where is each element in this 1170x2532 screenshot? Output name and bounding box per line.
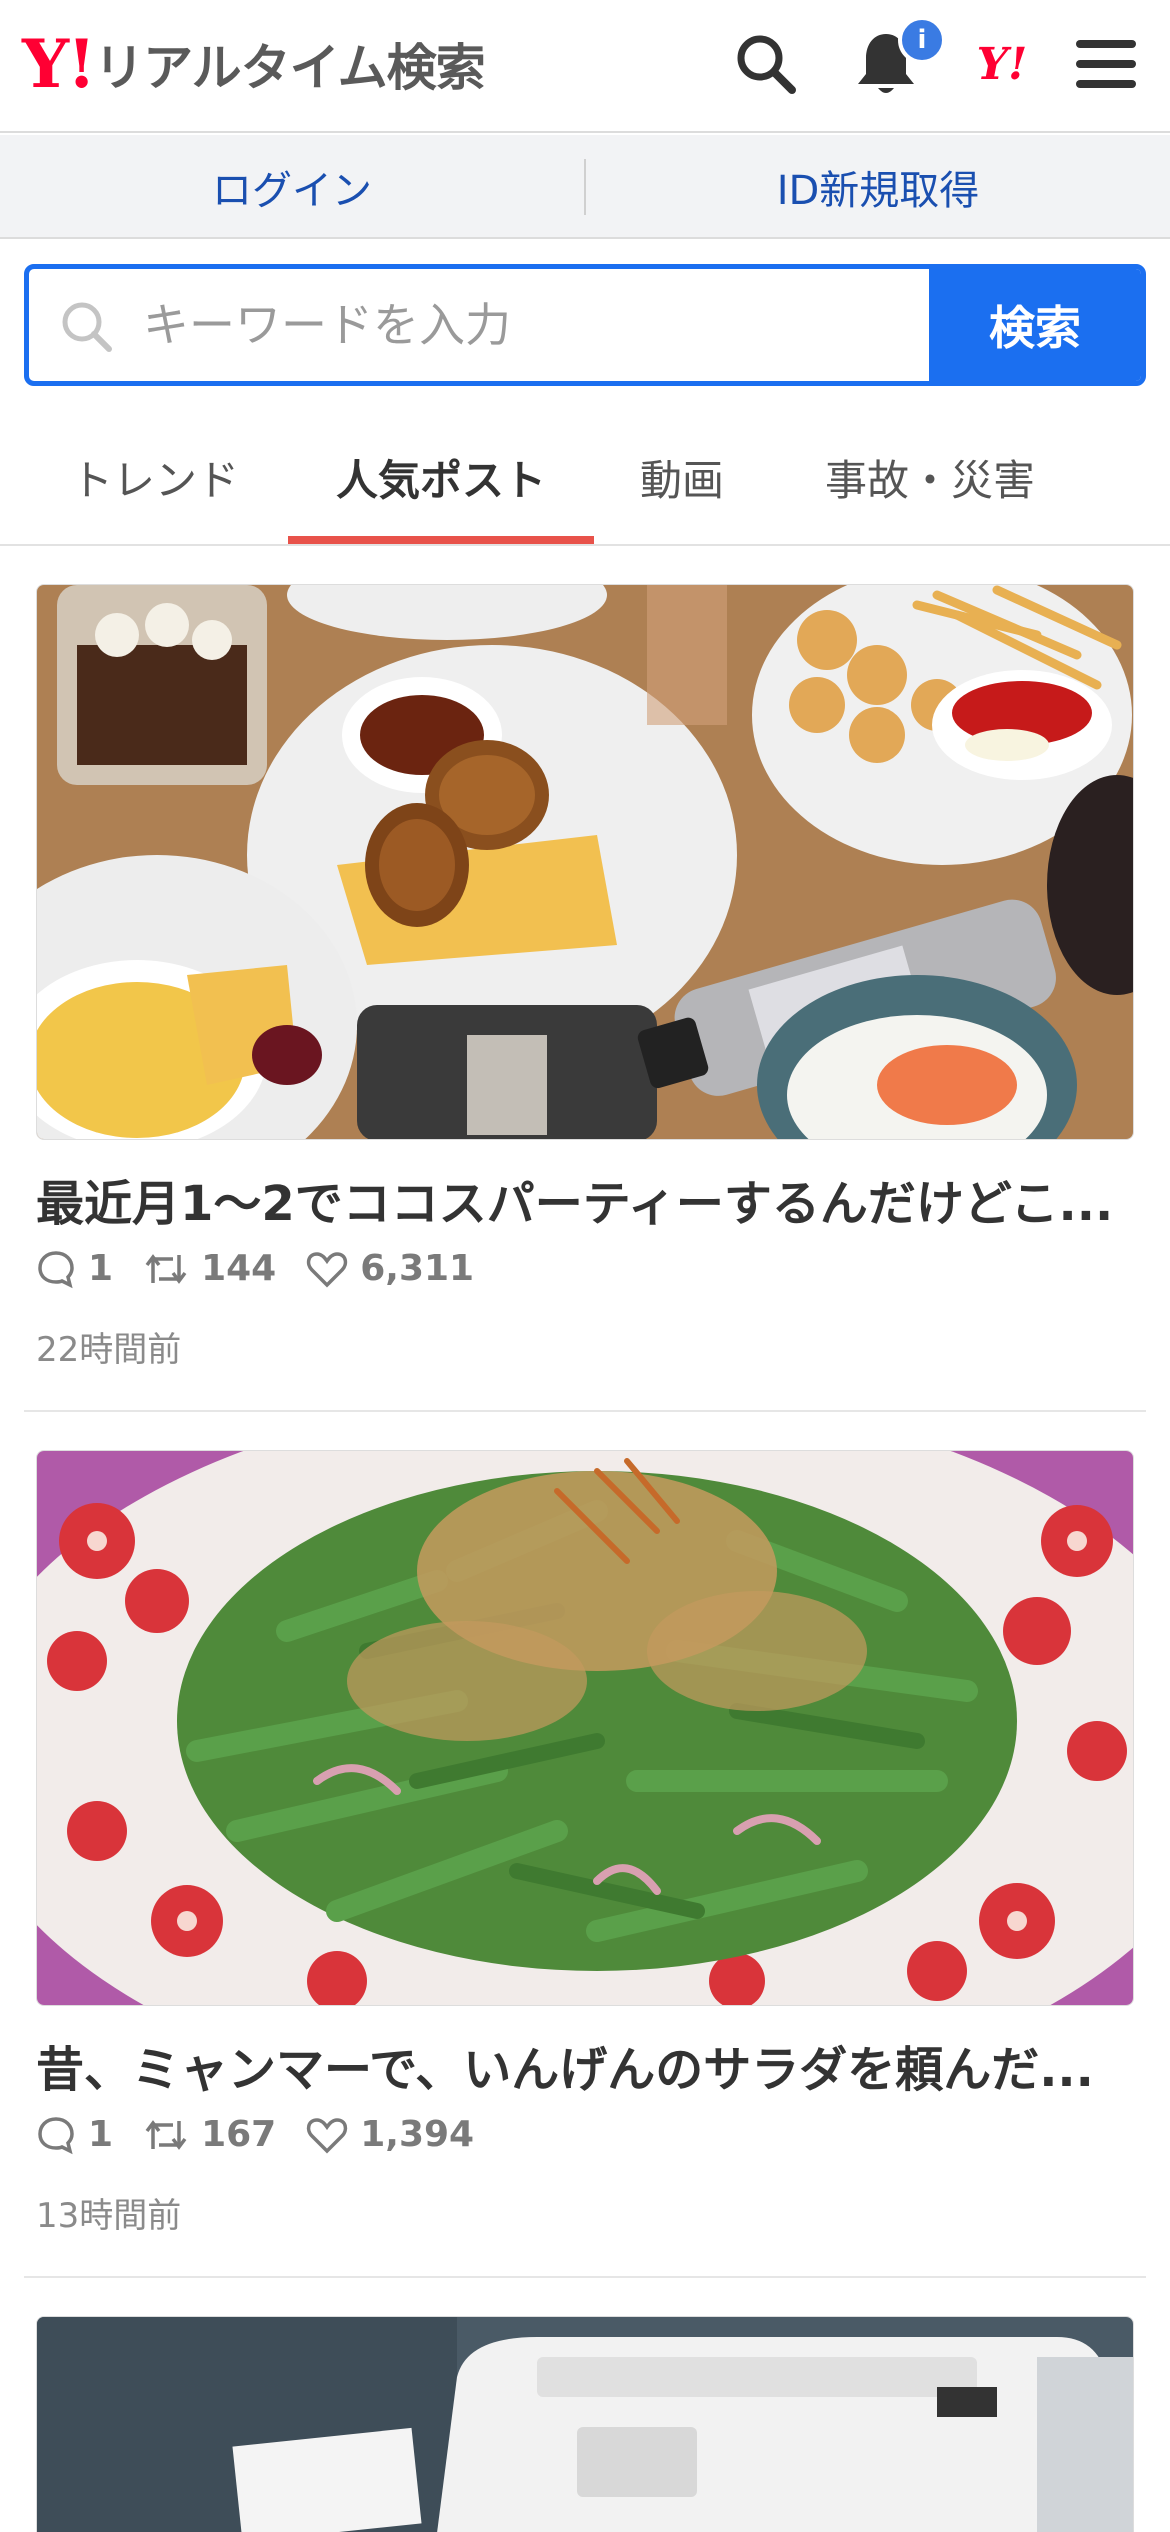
yahoo-icon-text: Y! xyxy=(976,38,1028,90)
post-divider xyxy=(24,1410,1146,1412)
post-image-bean-salad[interactable] xyxy=(36,1450,1134,2006)
post-card[interactable] xyxy=(0,2316,1170,2532)
category-tabs: トレンド 人気ポスト 動画 事故・災害 xyxy=(0,410,1170,546)
like-count[interactable]: 1,394 xyxy=(306,2114,474,2155)
repost-icon xyxy=(145,1253,187,1284)
reply-count-value: 1 xyxy=(88,2114,114,2155)
post-timestamp: 22時間前 xyxy=(36,1330,182,1370)
like-count-value: 6,311 xyxy=(360,1248,475,1289)
notification-badge: i xyxy=(898,16,946,64)
like-count[interactable]: 6,311 xyxy=(306,1248,474,1289)
logo-mark: Y! xyxy=(22,25,96,103)
yahoo-icon[interactable]: Y! xyxy=(964,26,1040,102)
post-divider xyxy=(24,2276,1146,2278)
tab-trend[interactable]: トレンド xyxy=(40,410,270,544)
post-card[interactable]: 最近月1〜2でココスパーティーするんだけどこ... 1 144 6,311 22… xyxy=(0,584,1170,1412)
heart-icon xyxy=(307,2117,348,2153)
heart-icon xyxy=(307,1251,348,1287)
post-stats: 1 167 1,394 xyxy=(36,2114,504,2155)
repost-count[interactable]: 144 xyxy=(143,1248,276,1289)
reply-icon xyxy=(38,2116,74,2154)
tab-accidents-disasters[interactable]: 事故・災害 xyxy=(790,410,1070,544)
reply-count[interactable]: 1 xyxy=(36,2114,113,2155)
post-title[interactable]: 最近月1〜2でココスパーティーするんだけどこ... xyxy=(36,1164,1136,1234)
repost-count-value: 167 xyxy=(201,2114,277,2155)
repost-count-value: 144 xyxy=(201,1248,277,1289)
search-form: 検索 xyxy=(24,264,1146,386)
post-stats: 1 144 6,311 xyxy=(36,1248,504,1289)
app-header: Y! リアルタイム検索 i Y! xyxy=(0,0,1170,133)
tab-popular-posts[interactable]: 人気ポスト xyxy=(288,410,594,544)
like-count-value: 1,394 xyxy=(360,2114,475,2155)
post-card[interactable]: 昔、ミャンマーで、いんげんのサラダを頼んだ... 1 167 1,394 13時… xyxy=(0,1450,1170,2278)
search-icon[interactable] xyxy=(728,26,804,102)
post-title[interactable]: 昔、ミャンマーで、いんげんのサラダを頼んだ... xyxy=(36,2030,1136,2100)
reply-count-value: 1 xyxy=(88,1248,114,1289)
post-image-food-party[interactable] xyxy=(36,584,1134,1140)
search-field-icon xyxy=(57,297,117,357)
repost-count[interactable]: 167 xyxy=(143,2114,276,2155)
search-button[interactable]: 検索 xyxy=(929,269,1141,381)
logo-text: リアルタイム検索 xyxy=(94,39,485,97)
tab-video[interactable]: 動画 xyxy=(612,410,752,544)
post-image-printer[interactable] xyxy=(36,2316,1134,2532)
yahoo-realtime-logo[interactable]: Y! リアルタイム検索 xyxy=(22,25,486,103)
hamburger-menu-icon[interactable] xyxy=(1068,26,1144,102)
reply-icon xyxy=(38,1250,74,1288)
login-link[interactable]: ログイン xyxy=(0,135,584,239)
account-bar: ログイン ID新規取得 xyxy=(0,135,1170,239)
search-input[interactable] xyxy=(143,269,953,381)
reply-count[interactable]: 1 xyxy=(36,1248,113,1289)
post-timestamp: 13時間前 xyxy=(36,2196,182,2236)
signup-link[interactable]: ID新規取得 xyxy=(586,135,1170,239)
repost-icon xyxy=(145,2119,187,2150)
